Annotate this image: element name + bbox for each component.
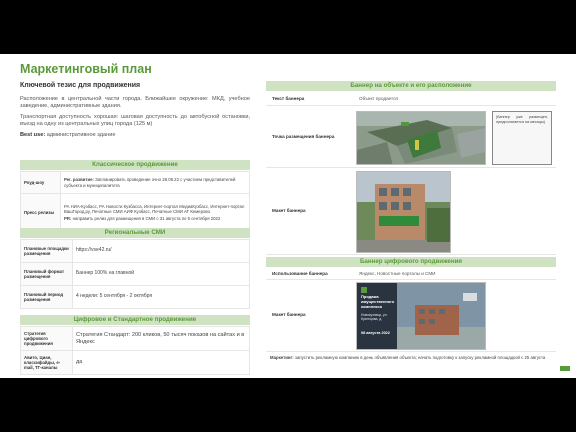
digital-strategy-value: Стратегия Стандарт: 200 кликов, 50 тысяч… xyxy=(72,326,250,351)
site-banner-block: Баннер на объекте и его расположение Тек… xyxy=(266,81,556,255)
digital-banner-header: Баннер цифрового продвижения xyxy=(266,257,556,267)
ad-title: Продажа имущественного комплекса xyxy=(361,294,395,309)
placement-period-value: 4 недели: 5 сентября - 2 октября xyxy=(72,285,250,309)
table-row: Авито, Циан, классифайды, e-mail, ТГ-кан… xyxy=(20,350,250,375)
digital-promo-header: Цифровое и Стандартное продвижение xyxy=(20,315,250,325)
banner-text-value: Объект продается xyxy=(359,96,398,101)
press-release-label: Пресс релизы xyxy=(20,193,61,232)
press-release-value: РА НИА-Кузбасс, РА Новости Кузбасса, Инт… xyxy=(60,193,250,232)
ad-date: 08 августа 2022 xyxy=(361,331,390,335)
table-row: Плановый период размещения 4 недели: 5 с… xyxy=(20,285,250,309)
classifieds-label: Авито, Циан, классифайды, e-mail, ТГ-кан… xyxy=(20,350,73,375)
table-row: Плановые площадки размещения https://vse… xyxy=(20,239,250,263)
marketing-footer-text: запустить рекламную компанию в день объя… xyxy=(294,355,546,360)
table-row: Плановый формат размещения Баннер 100% н… xyxy=(20,262,250,286)
table-row: Пресс релизы РА НИА-Кузбасс, РА Новости … xyxy=(20,193,250,232)
digital-promo-table: Стратегия цифрового продвижения Стратеги… xyxy=(20,326,250,375)
site-banner-header: Баннер на объекте и его расположение xyxy=(266,81,556,91)
placement-format-value: Баннер 100% на главной xyxy=(72,262,250,286)
page-title: Маркетинговый план xyxy=(20,62,152,76)
transport-paragraph: Транспортная доступность хорошая: шагова… xyxy=(20,114,250,127)
roadshow-label: Роуд-шоу xyxy=(20,171,61,194)
placement-format-label: Плановый формат размещения xyxy=(20,262,73,286)
marketing-footer-label: Маркетинг: xyxy=(270,355,294,360)
placement-sites-value: https://vse42.ru/ xyxy=(72,239,250,263)
table-row: Стратегия цифрового продвижения Стратеги… xyxy=(20,326,250,351)
placement-sites-label: Плановые площадки размещения xyxy=(20,239,73,263)
aerial-photo xyxy=(356,111,486,165)
aerial-photo-image xyxy=(357,112,485,164)
classic-promo-block: Классическое продвижение xyxy=(20,160,250,170)
logo-mark xyxy=(560,366,570,372)
banner-use-row: Использование баннера Яндекс, Новостные … xyxy=(266,268,556,280)
digital-promo-block: Цифровое и Стандартное продвижение xyxy=(20,315,250,325)
best-use-label: Best use: xyxy=(20,132,46,138)
classic-promo-table: Роуд-шоу Рег. развитие: Запланировать пр… xyxy=(20,171,250,232)
digital-mockup-label: Макет баннера xyxy=(272,312,306,317)
table-row: Роуд-шоу Рег. развитие: Запланировать пр… xyxy=(20,171,250,194)
banner-note-box: (баннер уже размещен, предполагается на … xyxy=(492,111,552,165)
building-photo-image xyxy=(357,172,450,252)
banner-mockup-label: Макет баннера xyxy=(272,208,306,213)
digital-banner-mockup: Продажа имущественного комплекса Новокуз… xyxy=(356,282,486,350)
banner-text-row: Текст баннера Объект продается xyxy=(266,92,556,106)
placement-period-label: Плановый период размещения xyxy=(20,285,73,309)
best-use-line: Best use: административное здание xyxy=(20,132,250,139)
banner-use-value: Яндекс, Новостные порталы и СМИ xyxy=(359,271,436,276)
best-use-value: административное здание xyxy=(46,132,116,138)
banner-place-label: Точка размещения баннера xyxy=(272,134,335,139)
key-thesis-heading: Ключевой тезис для продвижения xyxy=(20,82,141,89)
regional-media-table: Плановые площадки размещения https://vse… xyxy=(20,239,250,309)
location-paragraph: Расположение в центральной части города.… xyxy=(20,96,250,109)
ad-address: Новокузнецк, ул. Кузнецова, д. xyxy=(361,313,388,322)
banner-use-label: Использование баннера xyxy=(272,271,328,276)
building-photo xyxy=(356,171,451,253)
logo-icon xyxy=(560,366,570,371)
slide: Маркетинговый план Ключевой тезис для пр… xyxy=(0,54,576,378)
banner-text-label: Текст баннера xyxy=(272,96,305,101)
digital-strategy-label: Стратегия цифрового продвижения xyxy=(20,326,73,351)
digital-banner-block: Баннер цифрового продвижения Использован… xyxy=(266,257,556,375)
marketing-footer: Маркетинг: запустить рекламную компанию … xyxy=(270,355,554,360)
classic-promo-header: Классическое продвижение xyxy=(20,160,250,170)
regional-media-header: Региональные СМИ xyxy=(20,228,250,238)
regional-media-block: Региональные СМИ xyxy=(20,228,250,238)
classifieds-value: да xyxy=(72,350,250,375)
roadshow-value: Рег. развитие: Запланировать проведение … xyxy=(60,171,250,194)
